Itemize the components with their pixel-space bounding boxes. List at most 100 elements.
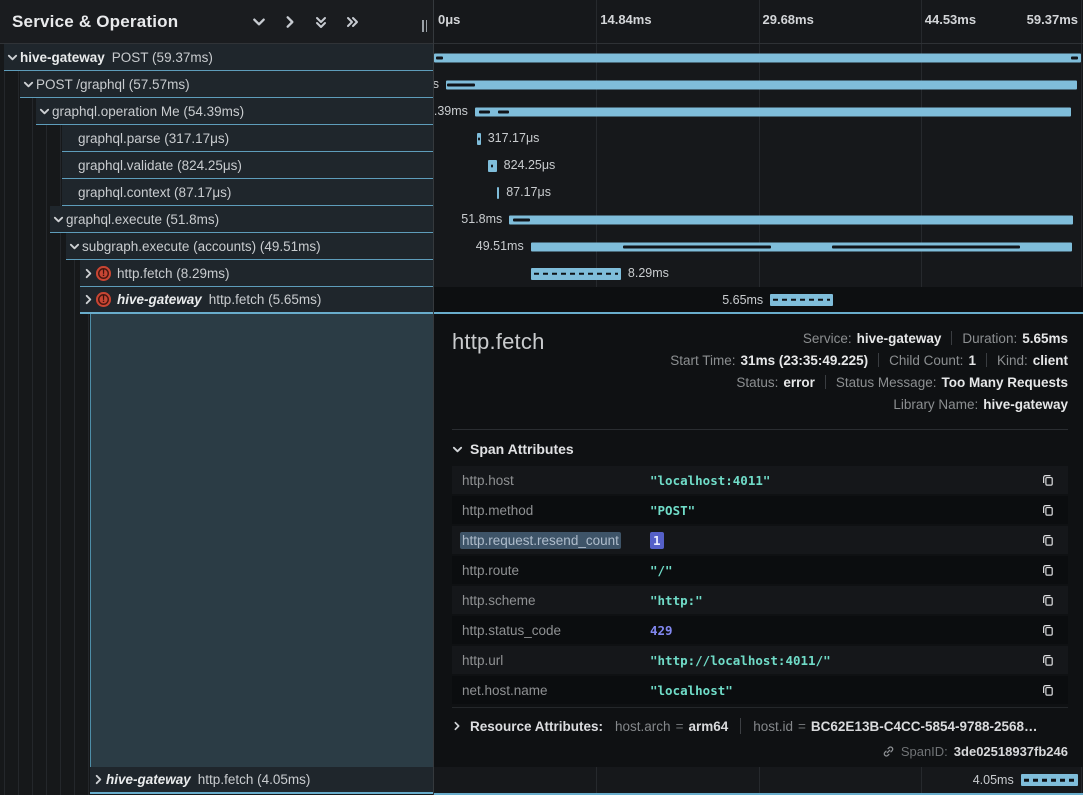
chevron-down-icon[interactable]	[248, 11, 270, 33]
attribute-value: "localhost:4011"	[650, 473, 1038, 488]
meta-label: Library Name:	[893, 397, 978, 412]
tree-toolbar	[248, 11, 363, 33]
meta-label: Kind:	[997, 353, 1028, 368]
timeline-row: 8.29ms	[434, 260, 1083, 287]
child-span-mark	[832, 245, 1020, 248]
meta-value: 31ms (23:35:49.225)	[741, 353, 869, 368]
span-name-bar[interactable]: graphql.operation Me (54.39ms)	[36, 98, 433, 125]
span-label: http.fetch (5.65ms)	[209, 292, 322, 307]
attribute-value: "http:"	[650, 593, 1038, 608]
copy-icon[interactable]	[1038, 650, 1058, 670]
attribute-row[interactable]: http.status_code429	[452, 616, 1068, 644]
attribute-key: http.method	[462, 503, 650, 518]
copy-icon[interactable]	[1038, 470, 1058, 490]
span-bar[interactable]	[509, 215, 1073, 224]
meta-label: Child Count:	[889, 353, 963, 368]
expanded-span-children-area	[90, 314, 433, 767]
child-span-mark	[491, 164, 494, 167]
copy-icon[interactable]	[1038, 500, 1058, 520]
resource-key: host.arch	[615, 719, 671, 734]
chevron-down-icon[interactable]	[36, 106, 52, 117]
span-bar[interactable]	[434, 53, 1081, 62]
panel-resize-handle[interactable]	[422, 20, 427, 32]
span-detail-panel: http.fetch Service:hive-gatewayDuration:…	[434, 314, 1083, 767]
span-name-bar[interactable]: graphql.parse (317.17μs)	[62, 125, 433, 152]
chevrons-right-icon[interactable]	[341, 11, 363, 33]
span-name-bar[interactable]: graphql.context (87.17μs)	[62, 179, 433, 206]
span-bar[interactable]	[497, 187, 499, 199]
chevron-right-icon[interactable]	[90, 774, 106, 785]
link-icon	[882, 745, 895, 758]
attribute-row[interactable]: net.host.name"localhost"	[452, 676, 1068, 704]
copy-icon[interactable]	[1038, 590, 1058, 610]
span-name-bar[interactable]: subgraph.execute (accounts) (49.51ms)	[66, 233, 433, 260]
tree-row: POST /graphql (57.57ms)	[0, 71, 433, 98]
attribute-row[interactable]: http.url"http://localhost:4011/"	[452, 646, 1068, 674]
divider	[951, 331, 952, 345]
span-name-bar[interactable]: hive-gateway POST (59.37ms)	[4, 44, 433, 71]
span-attributes-toggle[interactable]: Span Attributes	[452, 441, 1068, 457]
bottom-span-row: hive-gatewayhttp.fetch (4.05ms)	[0, 767, 433, 795]
child-span-mark	[479, 110, 489, 113]
timeline-tick: 0μs	[438, 12, 460, 27]
resource-attributes-row[interactable]: Resource Attributes: host.arch=arm64host…	[452, 707, 1068, 738]
attribute-row[interactable]: http.scheme"http:"	[452, 586, 1068, 614]
span-duration-label: 51.8ms	[461, 206, 502, 233]
panel-title: Service & Operation	[12, 12, 248, 32]
equals-sign: =	[676, 719, 684, 734]
timeline-row	[434, 44, 1083, 71]
chevron-down-icon[interactable]	[4, 52, 20, 63]
span-detail-header: http.fetch Service:hive-gatewayDuration:…	[452, 327, 1068, 415]
span-duration-label: 8.29ms	[628, 260, 669, 287]
timeline-row: 87.17μs	[434, 179, 1083, 206]
tree-row: graphql.context (87.17μs)	[0, 179, 433, 206]
chevron-right-icon[interactable]	[80, 294, 96, 305]
meta-label: Start Time:	[670, 353, 735, 368]
tree-row: hive-gatewayhttp.fetch (4.05ms)	[0, 767, 433, 794]
span-name-bar[interactable]: graphql.validate (824.25μs)	[62, 152, 433, 179]
timeline-row: 54.39ms	[434, 98, 1083, 125]
copy-icon[interactable]	[1038, 560, 1058, 580]
service-name: hive-gateway	[20, 50, 105, 65]
chevron-down-icon[interactable]	[66, 241, 82, 252]
span-name-bar[interactable]: hive-gatewayhttp.fetch (4.05ms)	[90, 767, 433, 794]
timeline-row: 57.57ms	[434, 71, 1083, 98]
chevron-down-icon[interactable]	[50, 214, 66, 225]
attribute-row[interactable]: http.route"/"	[452, 556, 1068, 584]
meta-value: 5.65ms	[1022, 331, 1068, 346]
chevron-right-icon[interactable]	[279, 11, 301, 33]
span-bar[interactable]	[531, 268, 621, 280]
span-id-value: 3de02518937fb246	[954, 744, 1068, 759]
attribute-row[interactable]: http.method"POST"	[452, 496, 1068, 524]
span-label: graphql.validate (824.25μs)	[78, 158, 242, 173]
attribute-row[interactable]: http.request.resend_count1	[452, 526, 1068, 554]
meta-value: 1	[968, 353, 976, 368]
span-name-bar[interactable]: graphql.execute (51.8ms)	[50, 206, 433, 233]
equals-sign: =	[798, 719, 806, 734]
error-icon: !	[96, 292, 111, 307]
span-label: graphql.operation Me (54.39ms)	[52, 104, 244, 119]
copy-icon[interactable]	[1038, 620, 1058, 640]
chevron-down-icon[interactable]	[20, 79, 36, 90]
attribute-row[interactable]: http.host"localhost:4011"	[452, 466, 1068, 494]
chevrons-down-icon[interactable]	[310, 11, 332, 33]
attribute-value: 429	[650, 623, 1038, 638]
copy-icon[interactable]	[1038, 530, 1058, 550]
child-span-mark	[498, 110, 508, 113]
copy-icon[interactable]	[1038, 680, 1058, 700]
span-bar[interactable]	[1021, 774, 1078, 786]
span-label: POST (59.37ms)	[112, 50, 213, 65]
span-name-bar[interactable]: POST /graphql (57.57ms)	[20, 71, 433, 98]
attribute-key: http.host	[462, 473, 650, 488]
span-name-bar[interactable]: !http.fetch (8.29ms)	[80, 260, 433, 287]
span-title: http.fetch	[452, 327, 545, 355]
timeline-row: 4.05ms	[434, 767, 1083, 793]
span-bar[interactable]	[770, 294, 833, 306]
chevron-right-icon[interactable]	[80, 268, 96, 279]
span-bar[interactable]	[446, 80, 1077, 89]
span-bar[interactable]	[475, 107, 1071, 116]
span-label: graphql.context (87.17μs)	[78, 185, 231, 200]
span-duration-label: 49.51ms	[476, 233, 524, 260]
tree-panel-body: hive-gateway POST (59.37ms) POST /graphql …	[0, 44, 433, 795]
span-name-bar[interactable]: !hive-gatewayhttp.fetch (5.65ms)	[80, 287, 433, 314]
